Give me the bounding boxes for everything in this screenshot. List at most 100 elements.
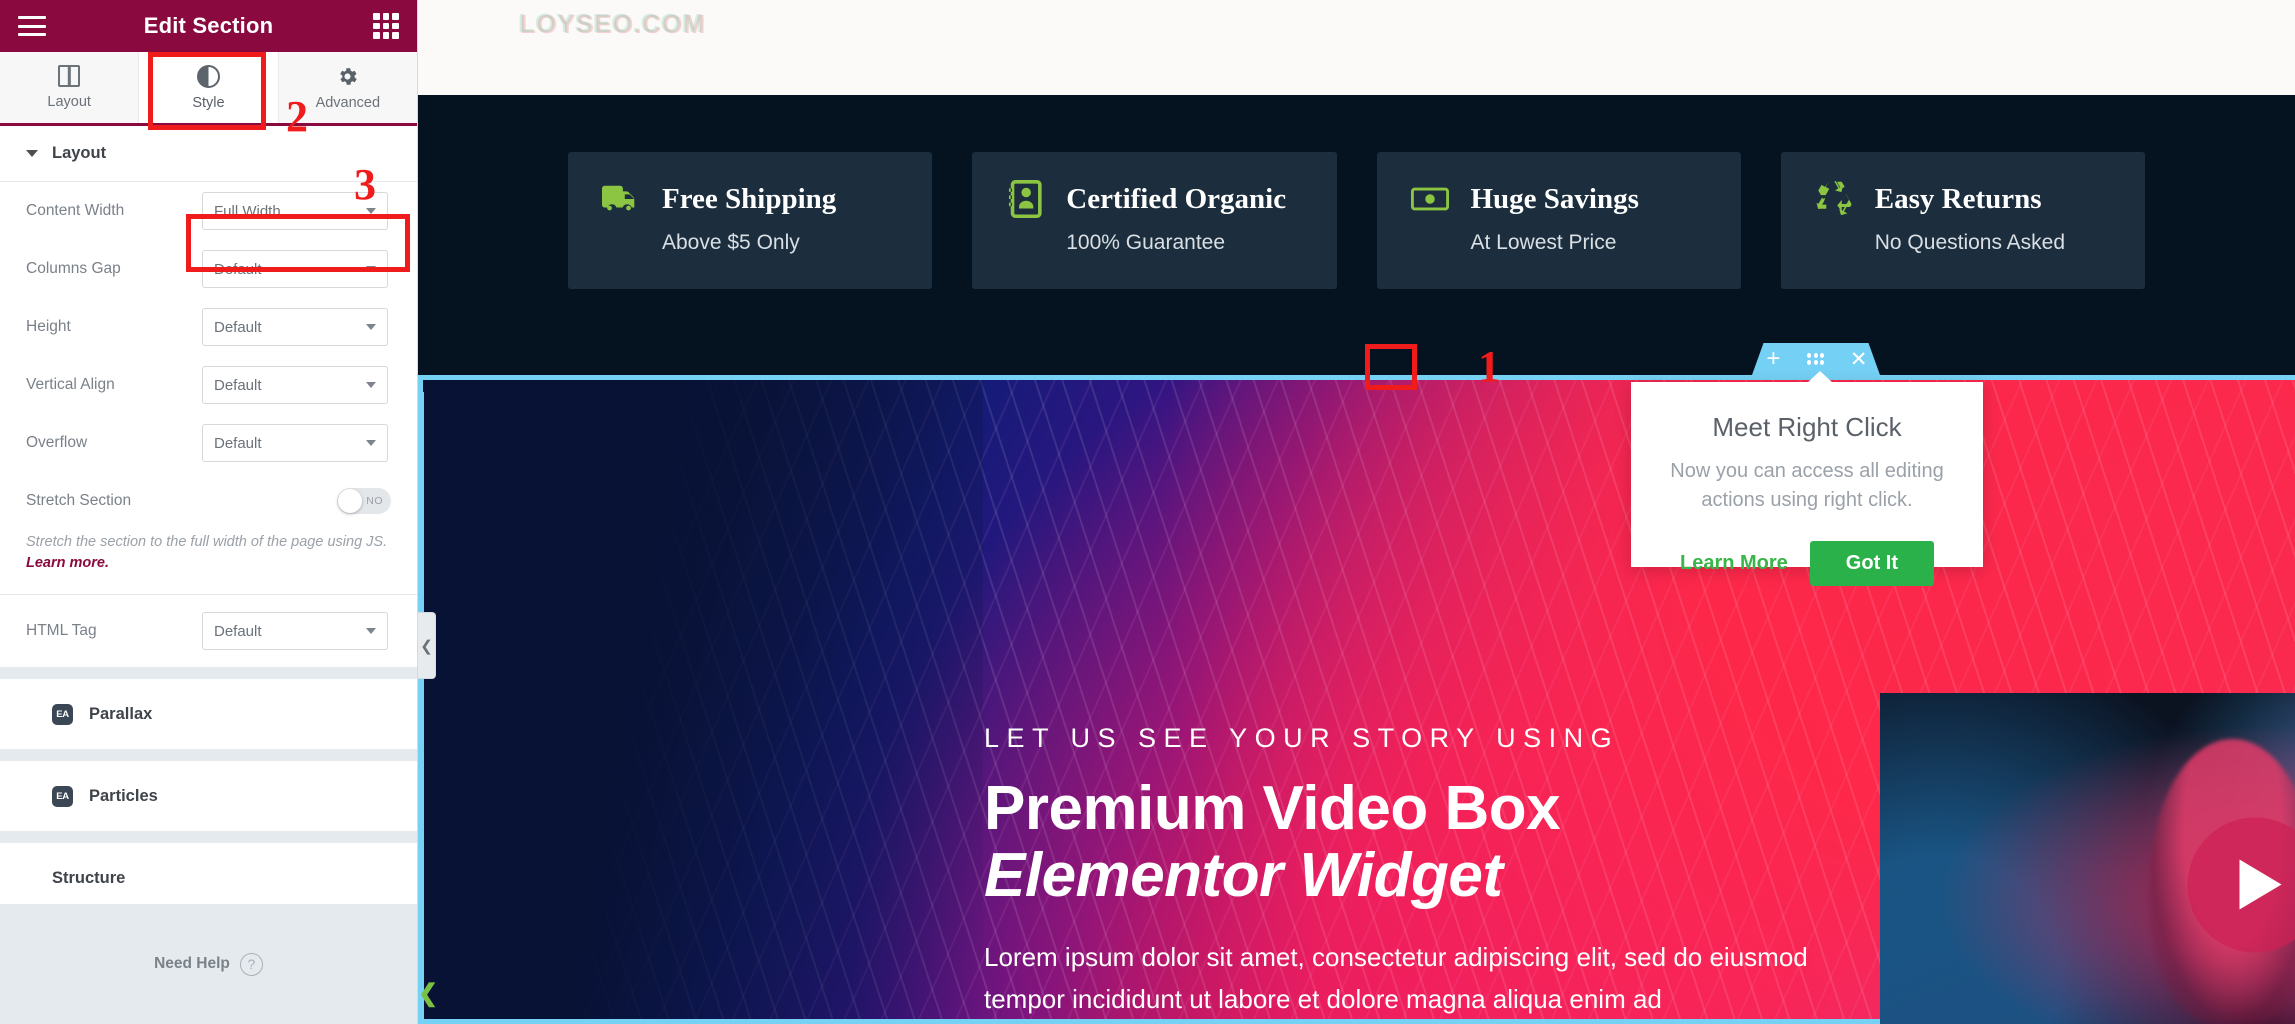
panel-body: Layout Content Width Full Width Columns … <box>0 126 417 904</box>
overflow-select[interactable]: Default <box>202 424 388 462</box>
tab-layout[interactable]: Layout <box>0 52 140 123</box>
accordion-parallax-label: Parallax <box>89 704 153 723</box>
chevron-down-icon <box>366 324 376 330</box>
close-x-icon: ✕ <box>1849 347 1868 371</box>
tab-style[interactable]: Style <box>139 52 279 123</box>
recycle-icon <box>1816 180 1852 216</box>
caret-down-icon <box>26 150 38 157</box>
accordion-structure-label: Structure <box>52 868 126 887</box>
popup-actions: Learn More Got It <box>1680 541 1935 586</box>
stretch-section-helper: Stretch the section to the full width of… <box>0 530 417 594</box>
hamburger-icon[interactable] <box>18 16 46 36</box>
popup-got-it-button[interactable]: Got It <box>1809 541 1935 586</box>
six-dots-handle-icon <box>1807 353 1825 365</box>
panel-title: Edit Section <box>143 13 274 38</box>
meet-right-click-popup: Meet Right Click Now you can access all … <box>1631 371 1983 586</box>
tab-layout-label: Layout <box>47 94 91 110</box>
tab-advanced-label: Advanced <box>315 94 381 111</box>
feature-card-title: Certified Organic <box>1066 182 1287 215</box>
learn-more-link[interactable]: Learn more. <box>26 555 109 571</box>
ea-badge-icon: EA <box>52 703 73 725</box>
hero-text-block: LET US SEE YOUR STORY USING Premium Vide… <box>984 723 1844 1020</box>
money-bill-icon <box>1410 187 1449 211</box>
section-gap <box>0 831 417 844</box>
feature-card[interactable]: Huge Savings At Lowest Price <box>1376 152 1741 289</box>
control-row-height: Height Default <box>0 298 417 356</box>
section-gap <box>0 749 417 762</box>
need-help-footer[interactable]: Need Help ? <box>0 904 417 1024</box>
columns-gap-value: Default <box>214 260 262 278</box>
popup-body: Now you can access all editing actions u… <box>1670 460 1944 511</box>
popup-title: Meet Right Click <box>1712 412 1902 442</box>
html-tag-select[interactable]: Default <box>202 612 388 651</box>
feature-card[interactable]: Free Shipping Above $5 Only <box>568 152 933 289</box>
feature-card[interactable]: Certified Organic 100% Guarantee <box>972 152 1337 289</box>
certificate-icon <box>1009 180 1042 218</box>
truck-icon <box>602 185 635 211</box>
popup-arrow <box>1807 371 1833 383</box>
control-row-vertical-align: Vertical Align Default <box>0 356 417 414</box>
layout-columns-icon <box>58 65 81 87</box>
video-box-widget[interactable] <box>1880 693 2295 1024</box>
accordion-parallax[interactable]: EA Parallax <box>0 679 417 750</box>
overflow-label: Overflow <box>26 434 88 451</box>
toggle-knob <box>338 489 362 513</box>
add-section-button[interactable]: + <box>1756 343 1790 375</box>
height-label: Height <box>26 318 71 335</box>
panel-collapse-handle[interactable]: ❮ <box>418 612 436 679</box>
control-row-columns-gap: Columns Gap Default <box>0 240 417 298</box>
chevron-down-icon <box>366 628 376 635</box>
feature-card-subtitle: At Lowest Price <box>1470 231 1617 254</box>
question-circle-icon[interactable]: ? <box>239 952 263 976</box>
feature-card-subtitle: 100% Guarantee <box>1066 231 1226 254</box>
feature-card-top: Easy Returns <box>1815 180 2111 218</box>
layout-section-label: Layout <box>52 144 107 162</box>
tab-advanced[interactable]: Advanced <box>279 52 417 123</box>
stretch-section-toggle[interactable]: NO <box>337 488 391 514</box>
accordion-particles-label: Particles <box>89 786 158 805</box>
hero-title-line2: Elementor Widget <box>984 840 1503 910</box>
overflow-value: Default <box>214 434 262 452</box>
vertical-align-select[interactable]: Default <box>202 366 388 404</box>
play-triangle-icon <box>2239 859 2282 910</box>
accordion-structure[interactable]: Structure <box>0 843 417 904</box>
hero-title-line1: Premium Video Box <box>984 774 1561 843</box>
chevron-down-icon <box>366 208 376 214</box>
apps-grid-icon[interactable] <box>373 13 399 39</box>
panel-header: Edit Section <box>0 0 417 52</box>
height-value: Default <box>214 318 262 336</box>
feature-card-title: Huge Savings <box>1470 182 1639 215</box>
control-row-html-tag: HTML Tag Default <box>0 595 417 667</box>
html-tag-label: HTML Tag <box>26 622 97 640</box>
vertical-align-value: Default <box>214 376 262 394</box>
stretch-helper-text: Stretch the section to the full width of… <box>26 534 388 550</box>
layout-section-header[interactable]: Layout <box>0 126 417 182</box>
delete-section-button[interactable]: ✕ <box>1842 343 1876 375</box>
content-width-value: Full Width <box>214 202 281 220</box>
columns-gap-label: Columns Gap <box>26 260 121 277</box>
vertical-align-label: Vertical Align <box>26 376 115 393</box>
edit-section-panel: Edit Section Layout Style Advanced Layou… <box>0 0 418 1024</box>
navigator-chevron-left-icon[interactable]: ❮ <box>418 982 438 1006</box>
contrast-half-circle-icon <box>196 64 220 88</box>
stretch-section-label: Stretch Section <box>26 492 132 509</box>
chevron-down-icon <box>366 266 376 272</box>
accordion-particles[interactable]: EA Particles <box>0 761 417 832</box>
feature-card-subtitle: Above $5 Only <box>662 231 800 254</box>
content-width-select[interactable]: Full Width <box>202 192 388 230</box>
height-select[interactable]: Default <box>202 308 388 346</box>
control-row-content-width: Content Width Full Width <box>0 182 417 240</box>
section-edit-outline-left <box>419 392 424 1024</box>
control-row-overflow: Overflow Default <box>0 414 417 472</box>
chevron-down-icon <box>366 382 376 388</box>
control-row-stretch-section: Stretch Section NO <box>0 472 417 530</box>
popup-learn-more-link[interactable]: Learn More <box>1680 552 1788 575</box>
columns-gap-select[interactable]: Default <box>202 250 388 288</box>
feature-card-top: Huge Savings <box>1410 180 1707 218</box>
editor-canvas: LOYSEO.COM Free Shipping Above $5 Only C… <box>418 0 2295 1024</box>
html-tag-value: Default <box>214 622 262 640</box>
feature-card-subtitle: No Questions Asked <box>1874 231 2066 254</box>
hero-kicker: LET US SEE YOUR STORY USING <box>984 723 1620 753</box>
feature-card[interactable]: Easy Returns No Questions Asked <box>1780 152 2145 289</box>
panel-tabs: Layout Style Advanced <box>0 52 417 126</box>
